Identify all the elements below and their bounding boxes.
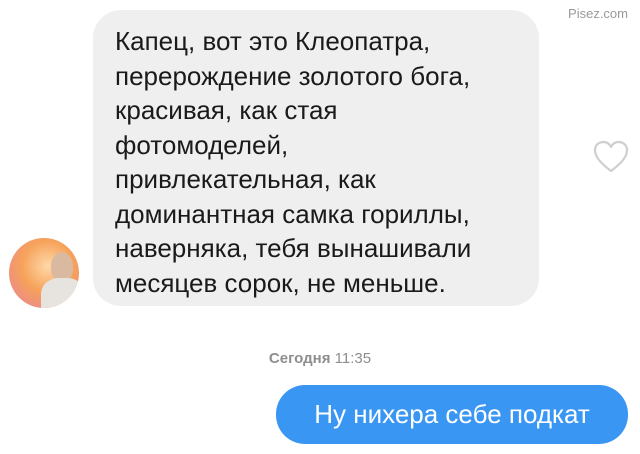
outgoing-message-text: Ну нихера себе подкат [314,399,590,429]
incoming-message-text: Капец, вот это Клеопатра, перерождение з… [115,26,472,298]
timestamp-day: Сегодня [268,350,331,367]
incoming-message-bubble[interactable]: Капец, вот это Клеопатра, перерождение з… [93,10,539,306]
avatar-shoulders [41,278,79,308]
message-timestamp: Сегодня 11:35 [0,350,640,367]
avatar[interactable] [9,238,79,308]
outgoing-message-bubble[interactable]: Ну нихера себе подкат [276,385,628,444]
timestamp-time: 11:35 [334,350,372,367]
heart-icon[interactable] [593,140,629,174]
watermark: Pisez.com [568,6,628,21]
